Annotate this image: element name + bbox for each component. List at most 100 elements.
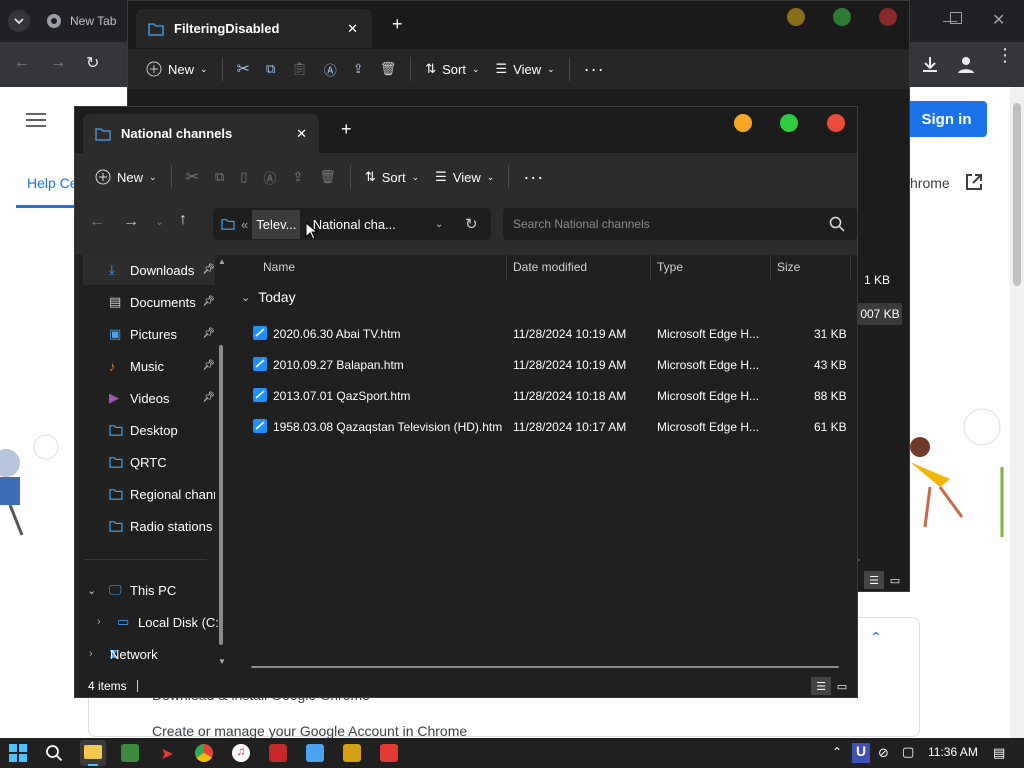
app-icon[interactable]: ➤ xyxy=(158,744,176,763)
tiles-view-icon[interactable]: ▭ xyxy=(833,677,851,695)
chevron-right-icon[interactable]: › xyxy=(97,616,101,628)
copy-icon[interactable]: ⧉ xyxy=(207,161,232,193)
sort-button[interactable]: ⇅ Sort ⌄ xyxy=(357,161,427,193)
new-button[interactable]: New ⌄ xyxy=(138,53,216,85)
chrome-tab-new-tab[interactable]: New Tab xyxy=(46,0,116,42)
view-button[interactable]: ☰ View ⌄ xyxy=(427,161,502,193)
clock[interactable]: 11:36 AM xyxy=(928,745,978,759)
sidebar-item-desktop[interactable]: Desktop xyxy=(83,415,215,445)
share-icon[interactable]: ⇪ xyxy=(345,53,372,85)
paste-icon[interactable]: 📋︎ xyxy=(283,53,316,85)
breadcrumb-current[interactable]: National cha... xyxy=(313,217,396,232)
see-more-icon[interactable]: ··· xyxy=(576,53,613,85)
delete-icon[interactable]: 🗑︎ xyxy=(372,53,405,85)
sidebar-item-downloads[interactable]: ⤓ Downloads 📌︎ xyxy=(83,255,215,285)
forward-arrow-icon[interactable]: → xyxy=(123,213,139,231)
close-tab-icon[interactable]: ✕ xyxy=(347,21,358,37)
paste-icon[interactable]: ▯ xyxy=(232,161,255,193)
up-arrow-icon[interactable]: ↑ xyxy=(179,211,187,229)
maximize-dot-icon[interactable] xyxy=(780,114,798,132)
close-dot-icon[interactable] xyxy=(879,8,897,26)
sidebar-item-music[interactable]: ♪ Music 📌︎ xyxy=(83,351,215,381)
chrome-link-label[interactable]: hrome xyxy=(910,175,950,191)
breadcrumb-overflow[interactable]: « xyxy=(241,217,248,232)
reload-icon[interactable]: ↻ xyxy=(86,53,99,73)
itunes-icon[interactable]: ♫ xyxy=(232,744,250,762)
refresh-icon[interactable]: ↻ xyxy=(465,215,478,233)
sidebar-item-videos[interactable]: ▶ Videos 📌︎ xyxy=(83,383,215,413)
address-bar[interactable]: « Telev... › National cha... ⌄ ↻ xyxy=(213,208,491,240)
file-explorer-taskbar-button[interactable] xyxy=(80,740,106,766)
search-icon[interactable] xyxy=(829,216,845,232)
download-icon[interactable] xyxy=(920,54,940,74)
new-button[interactable]: New ⌄ xyxy=(87,161,165,193)
sidebar-item-qrtc[interactable]: QRTC xyxy=(83,447,215,477)
rename-icon[interactable]: Ⓐ xyxy=(255,161,284,193)
sidebar-item-regional-channels[interactable]: Regional channe xyxy=(83,479,215,509)
open-in-new-icon[interactable] xyxy=(964,172,984,192)
file-row[interactable]: 1958.03.08 Qazaqstan Television (HD).htm… xyxy=(253,412,853,442)
horizontal-scrollbar[interactable] xyxy=(251,666,839,668)
copy-icon[interactable]: ⧉ xyxy=(258,53,283,85)
roblox-icon[interactable] xyxy=(380,744,398,762)
chevron-up-icon[interactable]: ⌃ xyxy=(832,745,842,759)
address-dropdown-icon[interactable]: ⌄ xyxy=(435,219,443,230)
view-button[interactable]: ☰ View ⌄ xyxy=(488,53,563,85)
network-icon[interactable]: ⊘ xyxy=(878,745,889,761)
recent-locations-icon[interactable]: ⌄ xyxy=(155,215,164,228)
delete-icon[interactable]: 🗑︎ xyxy=(311,161,344,193)
close-dot-icon[interactable] xyxy=(827,114,845,132)
display-icon[interactable]: ▢ xyxy=(902,744,914,760)
chrome-scroll-thumb[interactable] xyxy=(1013,103,1021,286)
close-icon[interactable]: ✕ xyxy=(992,10,1005,30)
sidebar-item-documents[interactable]: ▤ Documents 📌︎ xyxy=(83,287,215,317)
chrome-page-line-2[interactable]: Create or manage your Google Account in … xyxy=(152,723,467,739)
rename-icon[interactable]: Ⓐ xyxy=(316,53,345,85)
search-icon[interactable] xyxy=(45,744,63,762)
file-row[interactable]: 2010.09.27 Balapan.htm 11/28/2024 10:19 … xyxy=(253,350,853,380)
maximize-dot-icon[interactable] xyxy=(833,8,851,26)
sort-button[interactable]: ⇅ Sort ⌄ xyxy=(417,53,487,85)
help-center-link[interactable]: Help Ce xyxy=(27,175,78,191)
minimize-dot-icon[interactable] xyxy=(734,114,752,132)
sidebar-item-local-disk[interactable]: › ▭ Local Disk (C:) xyxy=(83,607,223,637)
tab-search-button[interactable] xyxy=(8,0,30,42)
tab-filtering-disabled[interactable]: FilteringDisabled ✕ xyxy=(136,9,372,48)
file-row[interactable]: 2013.07.01 QazSport.htm 11/28/2024 10:18… xyxy=(253,381,853,411)
chrome-icon[interactable] xyxy=(195,744,213,762)
back-arrow-icon[interactable]: ← xyxy=(89,213,105,231)
search-input[interactable]: Search National channels xyxy=(503,208,857,240)
hamburger-menu-icon[interactable] xyxy=(26,112,46,128)
video-app-icon[interactable] xyxy=(269,744,287,762)
column-header-size[interactable]: Size xyxy=(777,255,800,279)
store-icon[interactable] xyxy=(121,744,139,762)
sidebar-scroll-thumb[interactable] xyxy=(219,345,223,645)
cut-icon[interactable]: ✂ xyxy=(178,161,207,193)
chevron-down-icon[interactable]: ⌄ xyxy=(87,584,96,597)
column-header-date[interactable]: Date modified xyxy=(513,255,587,279)
more-options-icon[interactable]: ⋮ xyxy=(996,46,1014,64)
forward-arrow-icon[interactable]: → xyxy=(50,54,66,72)
minimize-dot-icon[interactable] xyxy=(787,8,805,26)
group-header-today[interactable]: ⌄ Today xyxy=(241,289,296,305)
sidebar-item-radio-stations[interactable]: Radio stations xyxy=(83,511,215,541)
sidebar-item-this-pc[interactable]: ⌄ 🖵︎ This PC xyxy=(83,575,215,605)
sidebar-item-pictures[interactable]: ▣ Pictures 📌︎ xyxy=(83,319,215,349)
sidebar-scrollbar[interactable]: ▲ ▼ xyxy=(218,257,226,667)
tray-app-icon[interactable]: U xyxy=(852,743,870,763)
windows-start-icon[interactable] xyxy=(9,744,27,762)
breadcrumb-parent[interactable]: Telev... xyxy=(252,209,301,239)
details-view-icon[interactable]: ☰ xyxy=(811,677,831,695)
sidebar-item-network[interactable]: › ⧗ Network xyxy=(83,639,215,669)
tab-national-channels[interactable]: National channels ✕ xyxy=(83,114,319,153)
close-tab-icon[interactable]: ✕ xyxy=(296,126,307,142)
details-view-icon[interactable]: ☰ xyxy=(864,571,884,589)
new-tab-plus-icon[interactable]: + xyxy=(341,119,352,140)
maximize-icon[interactable] xyxy=(950,12,962,24)
new-tab-plus-icon[interactable]: + xyxy=(392,14,403,35)
profile-icon[interactable] xyxy=(956,54,976,74)
cut-icon[interactable]: ✂ xyxy=(229,53,258,85)
sign-in-button[interactable]: Sign in xyxy=(906,101,987,137)
back-arrow-icon[interactable]: ← xyxy=(14,54,30,72)
column-header-name[interactable]: Name xyxy=(263,255,295,279)
